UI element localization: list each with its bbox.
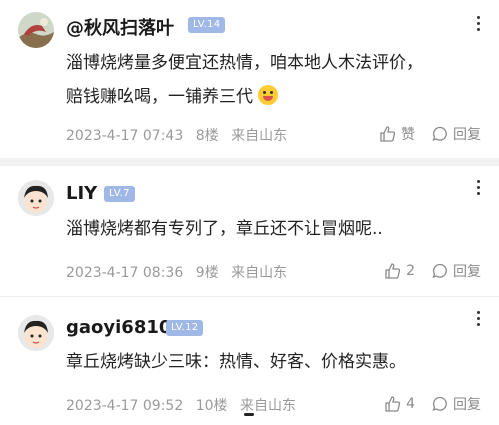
- level-badge: LV.12: [166, 320, 204, 336]
- reply-label: 回复: [453, 127, 481, 143]
- location: 来自山东: [231, 265, 288, 281]
- timestamp: 2023-4-17 09:52: [66, 398, 184, 414]
- like-label: 赞: [401, 127, 415, 143]
- comment-item: @秋风扫落叶 LV.14 淄博烧烤量多便宜还热情，咱本地人木法评价， 赔钱赚吆喝…: [0, 0, 499, 158]
- reply-bubble-icon: [432, 396, 447, 412]
- username[interactable]: gaoyi6810: [66, 317, 171, 338]
- comment-actions: 赞 回复: [363, 124, 481, 144]
- level-badge: LV.7: [104, 186, 135, 202]
- avatar-image: [18, 12, 54, 48]
- comment-item: gaoyi6810 LV.12 章丘烧烤缺少三味：热情、好客、价格实惠。 202…: [0, 297, 499, 425]
- comment-text: 章丘烧烤缺少三味：热情、好客、价格实惠。: [66, 352, 406, 372]
- timestamp: 2023-4-17 07:43: [66, 128, 184, 144]
- reply-bubble-icon: [432, 263, 447, 279]
- comment-meta: 2023-4-17 08:36 9楼 来自山东: [66, 262, 295, 282]
- like-button[interactable]: 2: [384, 262, 415, 280]
- comment-text-line: 赔钱赚吆喝，一铺养三代: [66, 80, 483, 114]
- like-count: 2: [406, 263, 415, 279]
- avatar[interactable]: [18, 180, 54, 216]
- comment-actions: 2 回复: [368, 261, 481, 281]
- thumbs-up-icon: [380, 126, 396, 142]
- cartoon-avatar-image: [18, 180, 54, 216]
- more-options-icon[interactable]: [477, 311, 481, 329]
- comment-meta: 2023-4-17 07:43 8楼 来自山东: [66, 125, 295, 145]
- timestamp: 2023-4-17 08:36: [66, 265, 184, 281]
- floor-number: 9楼: [195, 265, 219, 281]
- more-options-icon[interactable]: [477, 180, 481, 198]
- username[interactable]: @秋风扫落叶: [66, 14, 174, 40]
- comment-meta: 2023-4-17 09:52 10楼 来自山东: [66, 395, 304, 415]
- like-count: 4: [406, 396, 415, 412]
- avatar[interactable]: [18, 12, 54, 48]
- divider: [0, 158, 499, 166]
- comment-text-line: 淄博烧烤量多便宜还热情，咱本地人木法评价，: [66, 53, 423, 73]
- comment-actions: 4 回复: [368, 394, 481, 414]
- reply-label: 回复: [453, 397, 481, 413]
- username[interactable]: LIY: [66, 183, 97, 204]
- comment-text: 淄博烧烤量多便宜还热情，咱本地人木法评价， 赔钱赚吆喝，一铺养三代: [66, 46, 483, 114]
- comment-text: 淄博烧烤都有专列了，章丘还不让冒烟呢..: [66, 219, 383, 239]
- location: 来自山东: [239, 398, 296, 414]
- like-button[interactable]: 赞: [379, 124, 415, 144]
- laughing-crying-emoji-icon: [258, 85, 279, 105]
- avatar[interactable]: [18, 315, 54, 351]
- level-badge: LV.14: [188, 17, 226, 33]
- thumbs-up-icon: [385, 396, 401, 412]
- location: 来自山东: [231, 128, 288, 144]
- thumbs-up-icon: [385, 263, 401, 279]
- like-button[interactable]: 4: [384, 395, 415, 413]
- floor-number: 8楼: [195, 128, 219, 144]
- reply-button[interactable]: 回复: [431, 261, 481, 281]
- reply-button[interactable]: 回复: [431, 394, 481, 414]
- reply-bubble-icon: [432, 126, 447, 142]
- comment-item: LIY LV.7 淄博烧烤都有专列了，章丘还不让冒烟呢.. 2023-4-17 …: [0, 166, 499, 296]
- floor-number: 10楼: [195, 398, 228, 414]
- cartoon-avatar-image: [18, 315, 54, 351]
- reply-label: 回复: [453, 264, 481, 280]
- more-options-icon[interactable]: [477, 16, 481, 34]
- reply-button[interactable]: 回复: [431, 124, 481, 144]
- comment-text-segment: 赔钱赚吆喝，一铺养三代: [66, 87, 253, 107]
